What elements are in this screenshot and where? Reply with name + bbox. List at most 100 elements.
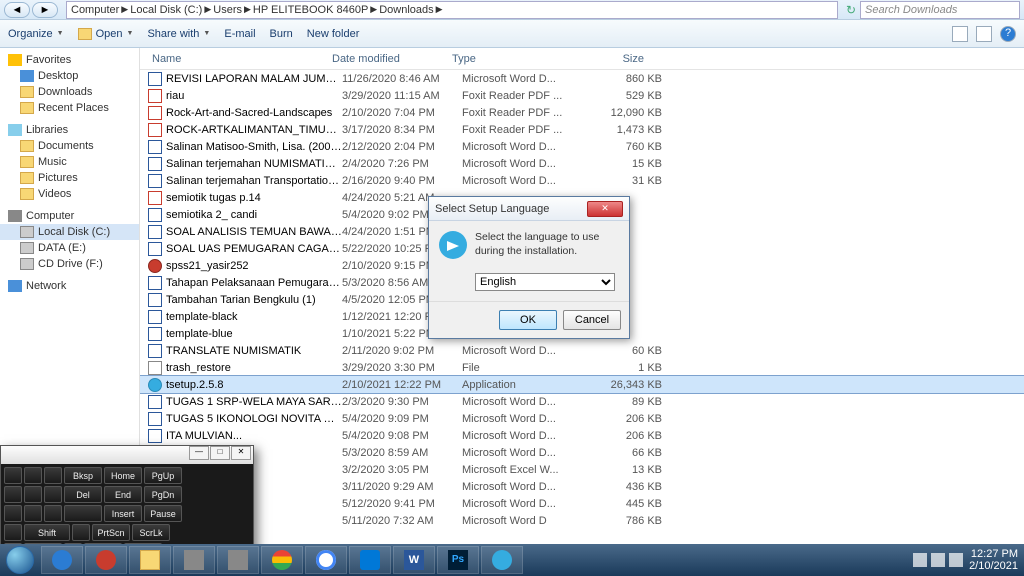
osk-key[interactable] xyxy=(4,467,22,484)
breadcrumb-item[interactable]: Users xyxy=(213,4,242,16)
taskbar-chrome[interactable] xyxy=(261,546,303,574)
sidebar-item-documents[interactable]: Documents xyxy=(0,138,139,154)
open-button[interactable]: Open▼ xyxy=(78,28,134,40)
taskbar[interactable]: W Ps 12:27 PM2/10/2021 xyxy=(0,544,1024,576)
file-row[interactable]: 3/2/2020 3:05 PMMicrosoft Excel W...13 K… xyxy=(140,461,1024,478)
start-button[interactable] xyxy=(0,544,40,576)
taskbar-telegram[interactable] xyxy=(481,546,523,574)
file-row[interactable]: TUGAS 5 IKONOLOGI NOVITA MULVIAN...5/4/2… xyxy=(140,410,1024,427)
taskbar-edge[interactable] xyxy=(349,546,391,574)
sidebar-item-downloads[interactable]: Downloads xyxy=(0,84,139,100)
osk-key[interactable] xyxy=(4,505,22,522)
breadcrumb[interactable]: Computer▶Local Disk (C:)▶Users▶HP ELITEB… xyxy=(66,1,838,19)
file-row[interactable]: I_I1C1170085/12/2020 9:41 PMMicrosoft Wo… xyxy=(140,495,1024,512)
taskbar-chromium[interactable] xyxy=(305,546,347,574)
file-row[interactable]: ITA MULVIAN...5/4/2020 9:08 PMMicrosoft … xyxy=(140,427,1024,444)
file-row[interactable]: Salinan Matisoo-Smith, Lisa. (2009). On … xyxy=(140,138,1024,155)
breadcrumb-item[interactable]: Downloads xyxy=(379,4,433,16)
osk-key[interactable]: ScrLk xyxy=(132,524,170,541)
file-row[interactable]: Kuliah Pemug...5/3/2020 8:59 AMMicrosoft… xyxy=(140,444,1024,461)
osk-maximize[interactable]: □ xyxy=(210,446,230,460)
osk-key[interactable]: Shift xyxy=(24,524,70,541)
sidebar-network[interactable]: Network xyxy=(0,278,139,294)
sidebar-item-music[interactable]: Music xyxy=(0,154,139,170)
email-button[interactable]: E-mail xyxy=(224,28,255,40)
file-row[interactable]: REVISI LAPORAN MALAM JUMAT!111/26/2020 8… xyxy=(140,70,1024,87)
taskbar-word[interactable]: W xyxy=(393,546,435,574)
file-row[interactable]: TUGAS 1 SRP-WELA MAYA SARI-I1C1170...2/3… xyxy=(140,393,1024,410)
osk-minimize[interactable]: — xyxy=(189,446,209,460)
taskbar-photoshop[interactable]: Ps xyxy=(437,546,479,574)
share-menu[interactable]: Share with▼ xyxy=(147,28,210,40)
file-row[interactable]: Salinan terjemahan Transportation on th.… xyxy=(140,172,1024,189)
osk-key[interactable]: PrtScn xyxy=(92,524,130,541)
newfolder-button[interactable]: New folder xyxy=(307,28,360,40)
preview-icon[interactable] xyxy=(976,26,992,42)
osk-key[interactable] xyxy=(24,505,42,522)
view-icon[interactable] xyxy=(952,26,968,42)
sidebar-item-cddrive-f[interactable]: CD Drive (F:) xyxy=(0,256,139,272)
taskbar-app1[interactable] xyxy=(173,546,215,574)
breadcrumb-item[interactable]: HP ELITEBOOK 8460P xyxy=(253,4,368,16)
clock[interactable]: 12:27 PM2/10/2021 xyxy=(969,548,1018,572)
sidebar-item-localdisk-c[interactable]: Local Disk (C:) xyxy=(0,224,139,240)
osk-close[interactable]: ✕ xyxy=(231,446,251,460)
cancel-button[interactable]: Cancel xyxy=(563,310,621,330)
close-icon[interactable]: ✕ xyxy=(587,201,623,217)
osk-key[interactable]: PgUp xyxy=(144,467,182,484)
file-row[interactable]: TRANSLATE NUMISMATIK2/11/2020 9:02 PMMic… xyxy=(140,342,1024,359)
sidebar-item-videos[interactable]: Videos xyxy=(0,186,139,202)
taskbar-opera[interactable] xyxy=(85,546,127,574)
search-input[interactable]: Search Downloads xyxy=(860,1,1020,19)
file-row[interactable]: riau3/29/2020 11:15 AMFoxit Reader PDF .… xyxy=(140,87,1024,104)
osk-key[interactable] xyxy=(44,467,62,484)
taskbar-app2[interactable] xyxy=(217,546,259,574)
osk-key[interactable]: Pause xyxy=(144,505,182,522)
file-row[interactable]: Salinan terjemahan NUMISMATICS PHILI...2… xyxy=(140,155,1024,172)
language-select[interactable]: English xyxy=(475,273,615,291)
sidebar-favorites[interactable]: Favorites xyxy=(0,52,139,68)
sidebar-libraries[interactable]: Libraries xyxy=(0,122,139,138)
osk-key[interactable]: End xyxy=(104,486,142,503)
column-header[interactable]: Name Date modified Type Size xyxy=(140,48,1024,70)
breadcrumb-item[interactable]: Local Disk (C:) xyxy=(130,4,202,16)
tray-volume-icon[interactable] xyxy=(949,553,963,567)
tray-flag-icon[interactable] xyxy=(913,553,927,567)
refresh-icon[interactable]: ↻ xyxy=(842,3,860,17)
file-row[interactable]: Rock-Art-and-Sacred-Landscapes2/10/2020 … xyxy=(140,104,1024,121)
breadcrumb-item[interactable]: Computer xyxy=(71,4,119,16)
osk-key[interactable] xyxy=(24,467,42,484)
file-row[interactable]: 3/11/2020 9:29 AMMicrosoft Word D...436 … xyxy=(140,478,1024,495)
sidebar-item-recent[interactable]: Recent Places xyxy=(0,100,139,116)
file-row[interactable]: ROCK-ARTKALIMANTAN_TIMUR_JENIS_...3/17/2… xyxy=(140,121,1024,138)
ok-button[interactable]: OK xyxy=(499,310,557,330)
organize-menu[interactable]: Organize▼ xyxy=(8,28,64,40)
sidebar-item-pictures[interactable]: Pictures xyxy=(0,170,139,186)
osk-key[interactable]: Insert xyxy=(104,505,142,522)
osk-key[interactable] xyxy=(24,486,42,503)
osk-key[interactable] xyxy=(44,505,62,522)
osk-key[interactable] xyxy=(4,486,22,503)
file-row[interactable]: tsetup.2.5.82/10/2021 12:22 PMApplicatio… xyxy=(140,376,1024,393)
dialog-titlebar[interactable]: Select Setup Language ✕ xyxy=(429,197,629,221)
osk-key[interactable] xyxy=(64,505,102,522)
osk-key[interactable] xyxy=(44,486,62,503)
taskbar-ie[interactable] xyxy=(41,546,83,574)
sidebar-item-desktop[interactable]: Desktop xyxy=(0,68,139,84)
nav-forward[interactable]: ► xyxy=(32,2,58,18)
help-icon[interactable]: ? xyxy=(1000,26,1016,42)
system-tray[interactable]: 12:27 PM2/10/2021 xyxy=(913,548,1024,572)
osk-key[interactable] xyxy=(72,524,90,541)
osk-key[interactable]: Del xyxy=(64,486,102,503)
file-row[interactable]: A5/11/2020 7:32 AMMicrosoft Word D786 KB xyxy=(140,512,1024,529)
burn-button[interactable]: Burn xyxy=(270,28,293,40)
osk-key[interactable]: Home xyxy=(104,467,142,484)
osk-key[interactable]: PgDn xyxy=(144,486,182,503)
nav-back[interactable]: ◄ xyxy=(4,2,30,18)
osk-key[interactable]: Bksp xyxy=(64,467,102,484)
osk-key[interactable] xyxy=(4,524,22,541)
tray-network-icon[interactable] xyxy=(931,553,945,567)
sidebar-item-data-e[interactable]: DATA (E:) xyxy=(0,240,139,256)
sidebar-computer[interactable]: Computer xyxy=(0,208,139,224)
taskbar-explorer[interactable] xyxy=(129,546,171,574)
